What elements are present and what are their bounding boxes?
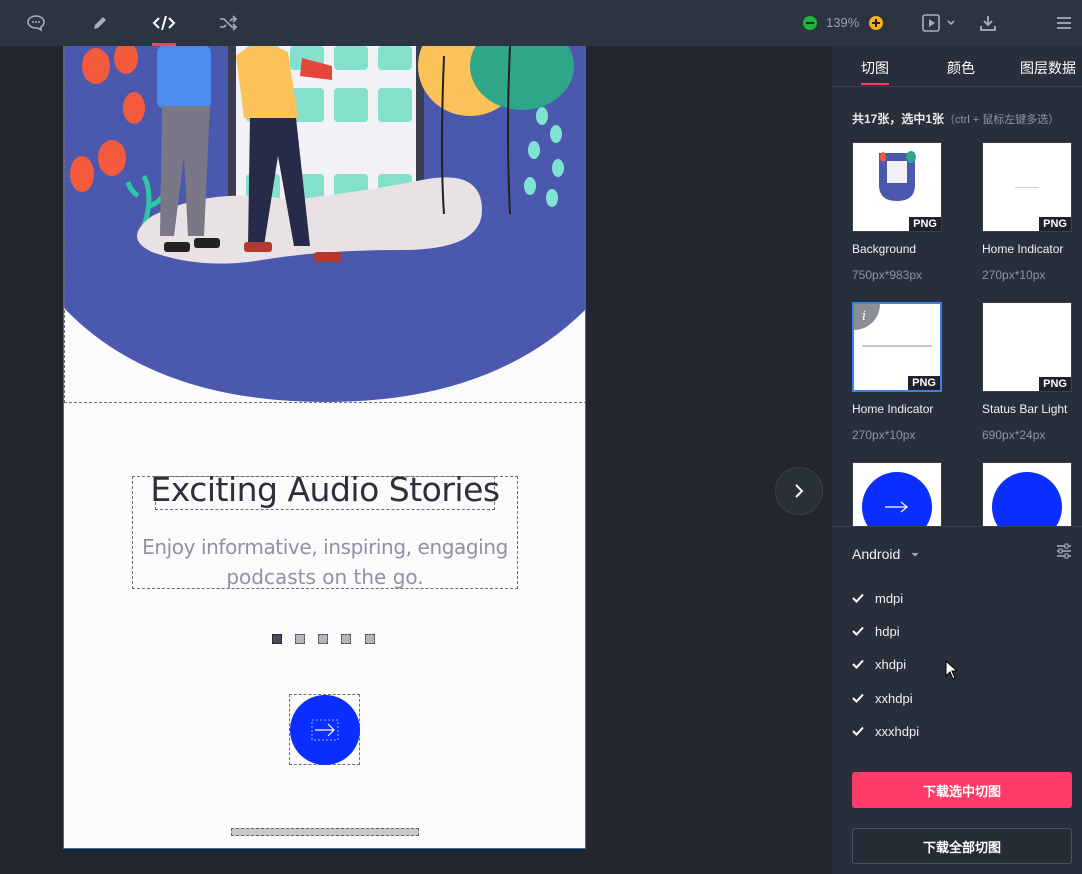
- checkbox-checked[interactable]: [852, 658, 864, 670]
- page-dot: [341, 634, 351, 644]
- zoom-in-icon[interactable]: [862, 9, 890, 37]
- asset-name: Status Bar Light: [982, 402, 1068, 416]
- canvas-area: Exciting Audio Stories Enjoy informative…: [0, 46, 832, 874]
- png-badge: PNG: [1039, 377, 1071, 391]
- asset-name: Home Indicator: [982, 242, 1064, 256]
- density-option-xxhdpi[interactable]: xxhdpi: [852, 688, 913, 708]
- subtitle-line-2: podcasts on the go.: [226, 565, 424, 589]
- pen-icon[interactable]: [86, 9, 114, 37]
- active-tab-indicator: [861, 83, 889, 85]
- svg-text:i: i: [862, 309, 866, 324]
- top-toolbar: 139%: [0, 0, 1082, 46]
- download-selected-button[interactable]: 下载选中切图: [852, 772, 1072, 808]
- download-icon[interactable]: [974, 9, 1002, 37]
- asset-thumb-home-indicator-selected[interactable]: i PNG: [852, 302, 942, 392]
- asset-thumb-circle[interactable]: [982, 462, 1072, 526]
- checkbox-checked[interactable]: [852, 625, 864, 637]
- page-dot: [365, 634, 375, 644]
- png-badge: PNG: [1039, 217, 1071, 231]
- play-icon[interactable]: [918, 9, 960, 37]
- home-indicator: [231, 828, 419, 836]
- png-badge: PNG: [909, 217, 941, 231]
- next-artboard-button[interactable]: [775, 467, 823, 515]
- asset-name: Home Indicator: [852, 402, 934, 416]
- density-label: hdpi: [875, 623, 900, 639]
- tab-slices[interactable]: 切图: [861, 58, 889, 78]
- asset-grid: PNG Background 750px*983px PNG Home Indi…: [832, 142, 1082, 526]
- density-option-xxxhdpi[interactable]: xxxhdpi: [852, 721, 919, 741]
- asset-size: 750px*983px: [852, 268, 923, 282]
- zoom-out-icon[interactable]: [796, 9, 824, 37]
- density-option-hdpi[interactable]: hdpi: [852, 621, 900, 641]
- menu-icon[interactable]: [1050, 9, 1078, 37]
- shuffle-icon[interactable]: [214, 9, 242, 37]
- page-subtitle: Enjoy informative, inspiring, engaging p…: [124, 532, 526, 592]
- next-circle-button[interactable]: [290, 695, 360, 765]
- density-option-mdpi[interactable]: mdpi: [852, 588, 903, 608]
- asset-size: 270px*10px: [852, 428, 916, 442]
- checkbox-checked[interactable]: [852, 592, 864, 604]
- right-panel: 切图 颜色 图层数据 共17张，选中1张（ctrl + 鼠标左键多选） PNG …: [832, 46, 1082, 874]
- mouse-cursor-icon: [945, 659, 959, 685]
- page-indicator: [272, 634, 377, 644]
- arrow-right-icon: [311, 719, 339, 741]
- checkbox-checked[interactable]: [852, 692, 864, 704]
- chevron-right-icon: [795, 484, 804, 498]
- checkbox-checked[interactable]: [852, 725, 864, 737]
- density-option-xhdpi[interactable]: xhdpi: [852, 654, 906, 674]
- asset-thumb-arrow-button[interactable]: [852, 462, 942, 526]
- asset-thumb-background[interactable]: PNG: [852, 142, 942, 232]
- page-title: Exciting Audio Stories: [150, 470, 500, 509]
- section-divider: [832, 526, 1082, 527]
- png-badge: PNG: [908, 376, 940, 390]
- comment-icon[interactable]: [22, 9, 50, 37]
- asset-thumb-home-indicator[interactable]: PNG: [982, 142, 1072, 232]
- summary-count: 共17张，选中1张: [852, 112, 945, 126]
- arrow-right-icon: [885, 501, 908, 513]
- settings-sliders-icon[interactable]: [1056, 543, 1072, 564]
- asset-size: 690px*24px: [982, 428, 1046, 442]
- zoom-level: 139%: [826, 15, 860, 30]
- home-indicator-preview: [862, 345, 932, 347]
- circle-preview: [992, 472, 1062, 526]
- platform-label: Android: [852, 546, 901, 562]
- download-all-button[interactable]: 下载全部切图: [852, 828, 1072, 864]
- asset-name: Background: [852, 242, 917, 256]
- page-dot-active: [272, 634, 282, 644]
- code-icon[interactable]: [150, 9, 178, 37]
- density-label: xxxhdpi: [875, 723, 920, 739]
- density-label: xhdpi: [875, 656, 907, 672]
- subtitle-line-1: Enjoy informative, inspiring, engaging: [142, 535, 508, 559]
- artboard[interactable]: Exciting Audio Stories Enjoy informative…: [63, 46, 586, 849]
- illustration-bounds: [64, 46, 585, 403]
- info-icon: i: [854, 304, 880, 330]
- home-indicator-preview: [1015, 187, 1039, 188]
- arrow-button-preview: [862, 472, 932, 526]
- density-label: mdpi: [875, 590, 904, 606]
- platform-select[interactable]: Android: [852, 546, 920, 562]
- summary-hint: （ctrl + 鼠标左键多选）: [944, 114, 1060, 126]
- asset-size: 270px*10px: [982, 268, 1046, 282]
- asset-thumb-status-bar[interactable]: PNG: [982, 302, 1072, 392]
- density-label: xxhdpi: [875, 690, 913, 706]
- tab-layer-data[interactable]: 图层数据: [1020, 58, 1076, 78]
- tab-colors[interactable]: 颜色: [947, 58, 975, 78]
- selection-summary: 共17张，选中1张（ctrl + 鼠标左键多选）: [852, 110, 1059, 127]
- caret-down-icon: [911, 552, 919, 557]
- tab-divider: [832, 86, 1082, 87]
- page-dot: [318, 634, 328, 644]
- page-dot: [295, 634, 305, 644]
